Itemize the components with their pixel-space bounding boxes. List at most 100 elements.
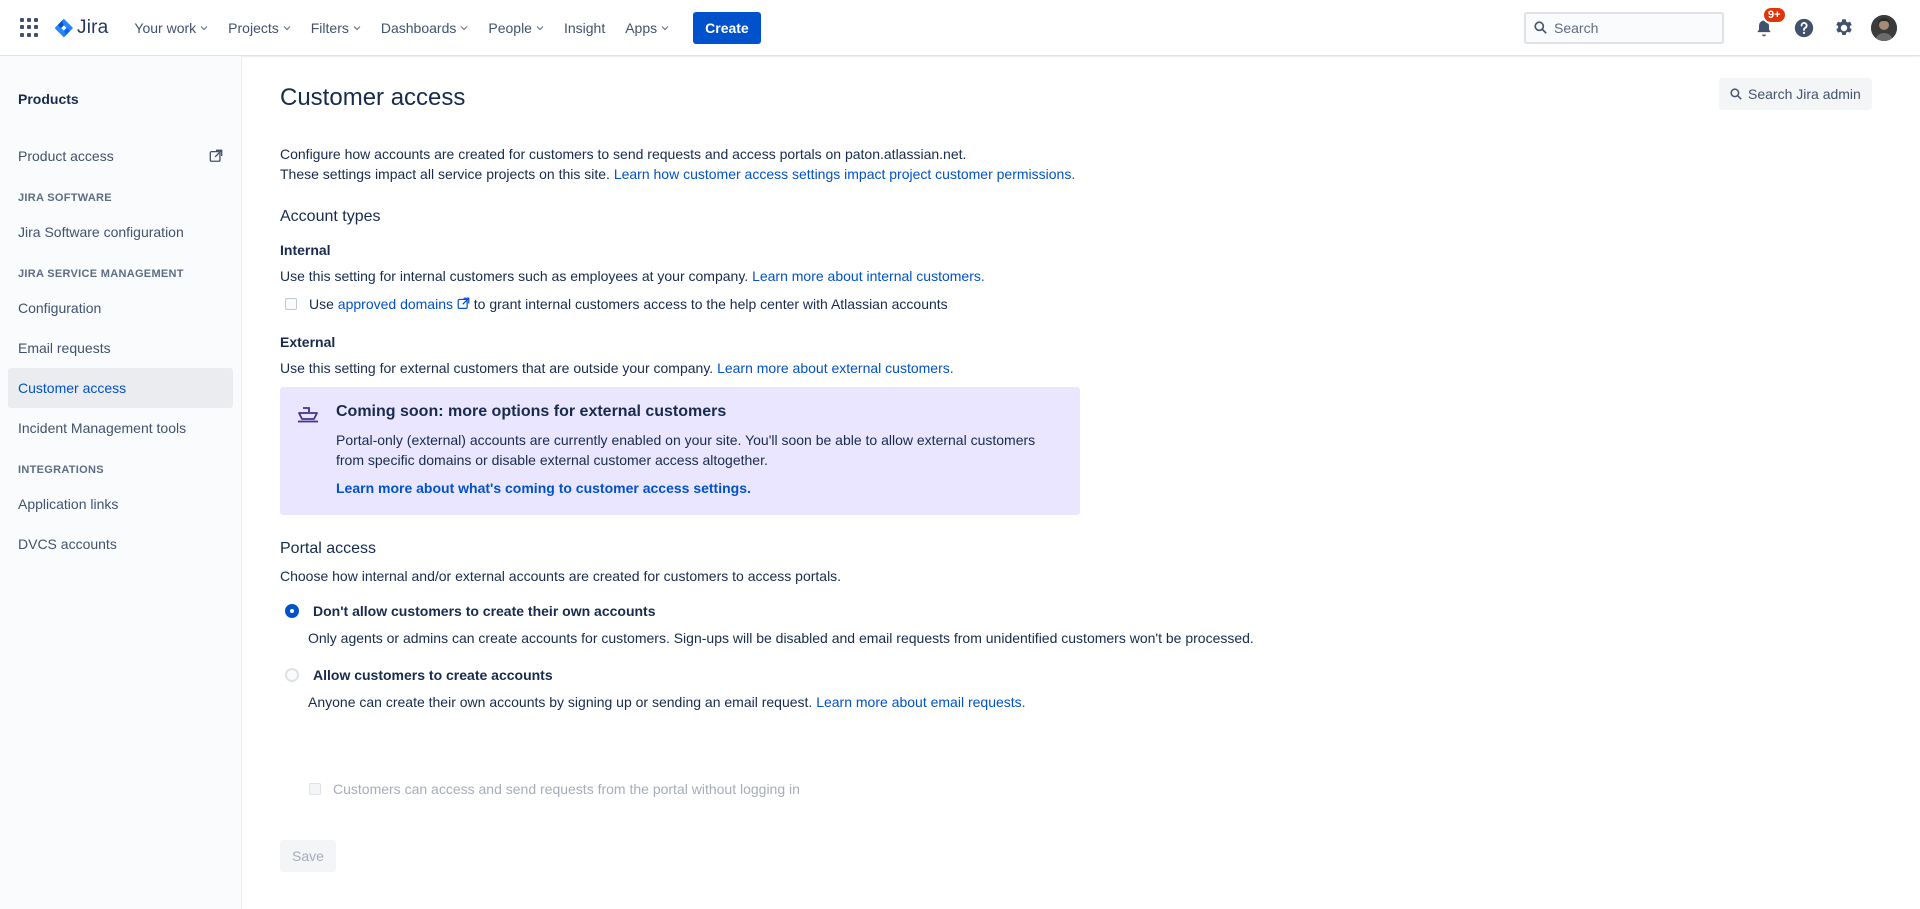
sidebar-item-label: Customer access (18, 380, 127, 396)
coming-soon-panel: Coming soon: more options for external c… (280, 387, 1080, 515)
nav-label: Projects (228, 19, 279, 36)
approved-domains-link-text: approved domains (337, 296, 453, 312)
nav-projects[interactable]: Projects (220, 12, 299, 44)
sidebar-item-jira-software-configuration[interactable]: Jira Software configuration (8, 212, 233, 252)
customer-permissions-link[interactable]: Learn how customer access settings impac… (614, 166, 1075, 182)
sidebar-item-label: Jira Software configuration (18, 224, 184, 240)
avatar (1871, 14, 1897, 41)
anonymous-access-label: Customers can access and send requests f… (333, 781, 800, 797)
coming-soon-link[interactable]: Learn more about what's coming to custom… (336, 480, 751, 496)
profile-button[interactable] (1868, 12, 1900, 44)
nav-dashboards[interactable]: Dashboards (373, 12, 477, 44)
approved-domains-row: Use approved domains to grant internal c… (285, 296, 948, 312)
sidebar-item-label: Email requests (18, 340, 111, 356)
intro-text: Configure how accounts are created for c… (280, 144, 1075, 184)
approved-domains-checkbox[interactable] (285, 298, 297, 310)
internal-desc-text: Use this setting for internal customers … (280, 268, 749, 284)
search-input[interactable] (1554, 19, 1704, 36)
nav-label: People (488, 19, 532, 36)
avatar-icon (1871, 14, 1897, 41)
option-disallow-signup[interactable]: Don't allow customers to create their ow… (285, 603, 656, 619)
create-button[interactable]: Create (693, 11, 761, 44)
sidebar-item-incident-management-tools[interactable]: Incident Management tools (8, 408, 233, 448)
search-jira-admin-label: Search Jira admin (1748, 86, 1861, 102)
sidebar-section-jira-software: JIRA SOFTWARE (18, 192, 112, 204)
nav-label: Your work (134, 19, 197, 36)
jira-logo[interactable]: Jira (54, 12, 108, 44)
sidebar-section-jsm: JIRA SERVICE MANAGEMENT (18, 268, 184, 280)
notifications-badge: 9+ (1762, 5, 1787, 24)
sidebar-section-integrations: INTEGRATIONS (18, 464, 104, 476)
settings-button[interactable] (1828, 12, 1860, 44)
nav-people[interactable]: People (480, 12, 552, 44)
sidebar-item-application-links[interactable]: Application links (8, 484, 233, 524)
app-switcher-icon[interactable] (20, 17, 40, 38)
sidebar-item-configuration[interactable]: Configuration (8, 288, 233, 328)
ship-icon (298, 407, 318, 423)
approved-domains-link[interactable]: approved domains (338, 296, 470, 312)
help-icon (1794, 18, 1814, 37)
check-text-pre: Use (309, 296, 334, 312)
nav-your-work[interactable]: Your work (126, 12, 216, 44)
sidebar-item-dvcs-accounts[interactable]: DVCS accounts (8, 524, 233, 564)
email-requests-link[interactable]: Learn more about email requests. (816, 694, 1025, 710)
portal-access-description: Choose how internal and/or external acco… (280, 568, 842, 584)
sidebar-item-product-access[interactable]: Product access (8, 136, 233, 176)
external-customers-link[interactable]: Learn more about external customers. (717, 360, 954, 376)
sidebar-item-email-requests[interactable]: Email requests (8, 328, 233, 368)
check-text-post: to grant internal customers access to th… (473, 296, 948, 312)
allow-signup-description: Anyone can create their own accounts by … (308, 692, 1026, 712)
search-box[interactable] (1524, 11, 1724, 44)
notifications-button[interactable]: 9+ (1748, 5, 1787, 44)
internal-heading: Internal (280, 242, 331, 258)
sidebar-item-label: DVCS accounts (18, 536, 117, 552)
anonymous-access-checkbox[interactable] (309, 783, 321, 795)
settings-icon (1836, 18, 1852, 35)
search-jira-admin-button[interactable]: Search Jira admin (1719, 78, 1872, 110)
nav-label: Filters (310, 19, 349, 36)
external-heading: External (280, 334, 336, 350)
save-button[interactable]: Save (280, 840, 336, 872)
search-icon (1730, 88, 1742, 100)
intro-line-2: These settings impact all service projec… (280, 166, 610, 182)
chevron-down-icon (460, 25, 468, 30)
external-desc-text: Use this setting for external customers … (280, 360, 714, 376)
internal-customers-link[interactable]: Learn more about internal customers. (752, 268, 985, 284)
chevron-down-icon (536, 25, 544, 30)
external-link-icon (209, 149, 223, 162)
external-link-icon (457, 297, 470, 309)
external-description: Use this setting for external customers … (280, 358, 954, 378)
help-button[interactable] (1788, 12, 1820, 44)
chevron-down-icon (200, 25, 208, 30)
nav-insight[interactable]: Insight (556, 12, 613, 44)
search-icon (1534, 21, 1547, 34)
internal-description: Use this setting for internal customers … (280, 266, 985, 286)
admin-sidebar: Products Product access JIRA SOFTWARE Ji… (0, 56, 242, 909)
topnav-right: 9+ (1524, 5, 1900, 44)
logo-text: Jira (77, 16, 109, 38)
option-allow-signup[interactable]: Allow customers to create accounts (285, 667, 553, 683)
chevron-down-icon (283, 25, 291, 30)
nav-apps[interactable]: Apps (617, 12, 677, 44)
sidebar-item-label: Configuration (18, 300, 102, 316)
disallow-signup-radio[interactable] (285, 604, 299, 618)
nav-label: Apps (625, 19, 658, 36)
coming-soon-title: Coming soon: more options for external c… (336, 403, 727, 420)
intro-line-1: Configure how accounts are created for c… (280, 146, 967, 162)
nav-label: Insight (563, 19, 606, 36)
chevron-down-icon (661, 25, 669, 30)
account-types-heading: Account types (280, 208, 381, 225)
chevron-down-icon (353, 25, 361, 30)
sidebar-item-label: Product access (18, 148, 114, 164)
sidebar-item-label: Incident Management tools (18, 420, 187, 436)
coming-soon-body: Portal-only (external) accounts are curr… (336, 432, 1036, 468)
allow-signup-radio[interactable] (285, 668, 299, 682)
nav-filters[interactable]: Filters (303, 12, 369, 44)
sidebar-item-label: Application links (18, 496, 119, 512)
sidebar-item-customer-access[interactable]: Customer access (8, 368, 233, 408)
portal-access-heading: Portal access (280, 540, 377, 557)
jira-logo-icon (54, 18, 73, 37)
disallow-signup-label: Don't allow customers to create their ow… (313, 603, 656, 619)
sidebar-title: Products (18, 91, 79, 107)
anonymous-access-row: Customers can access and send requests f… (309, 781, 800, 797)
